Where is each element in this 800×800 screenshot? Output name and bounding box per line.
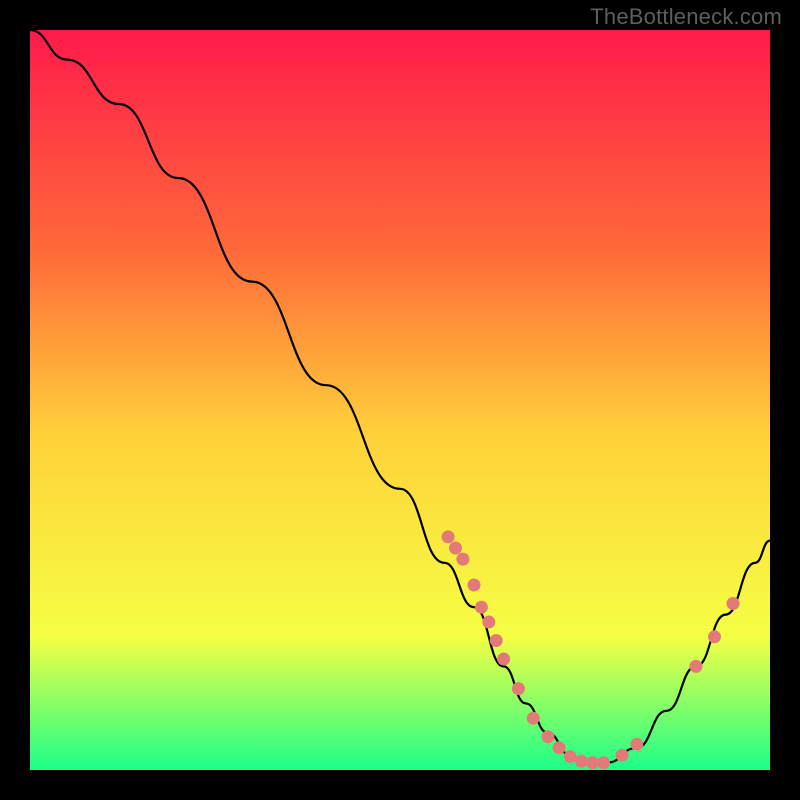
- bottleneck-chart: [30, 30, 770, 770]
- data-marker: [468, 579, 481, 592]
- data-marker: [442, 530, 455, 543]
- data-marker: [456, 553, 469, 566]
- data-marker: [727, 597, 740, 610]
- watermark-text: TheBottleneck.com: [590, 4, 782, 30]
- data-marker: [616, 749, 629, 762]
- data-marker: [482, 616, 495, 629]
- gradient-bg: [30, 30, 770, 770]
- data-marker: [512, 682, 525, 695]
- data-marker: [708, 630, 721, 643]
- plot-area: [30, 30, 770, 770]
- data-marker: [527, 712, 540, 725]
- data-marker: [542, 730, 555, 743]
- data-marker: [449, 542, 462, 555]
- data-marker: [490, 634, 503, 647]
- data-marker: [630, 738, 643, 751]
- data-marker: [553, 741, 566, 754]
- data-marker: [564, 750, 577, 763]
- chart-frame: TheBottleneck.com: [0, 0, 800, 800]
- data-marker: [475, 601, 488, 614]
- data-marker: [497, 653, 510, 666]
- data-marker: [575, 755, 588, 768]
- data-marker: [597, 756, 610, 769]
- data-marker: [586, 756, 599, 769]
- data-marker: [690, 660, 703, 673]
